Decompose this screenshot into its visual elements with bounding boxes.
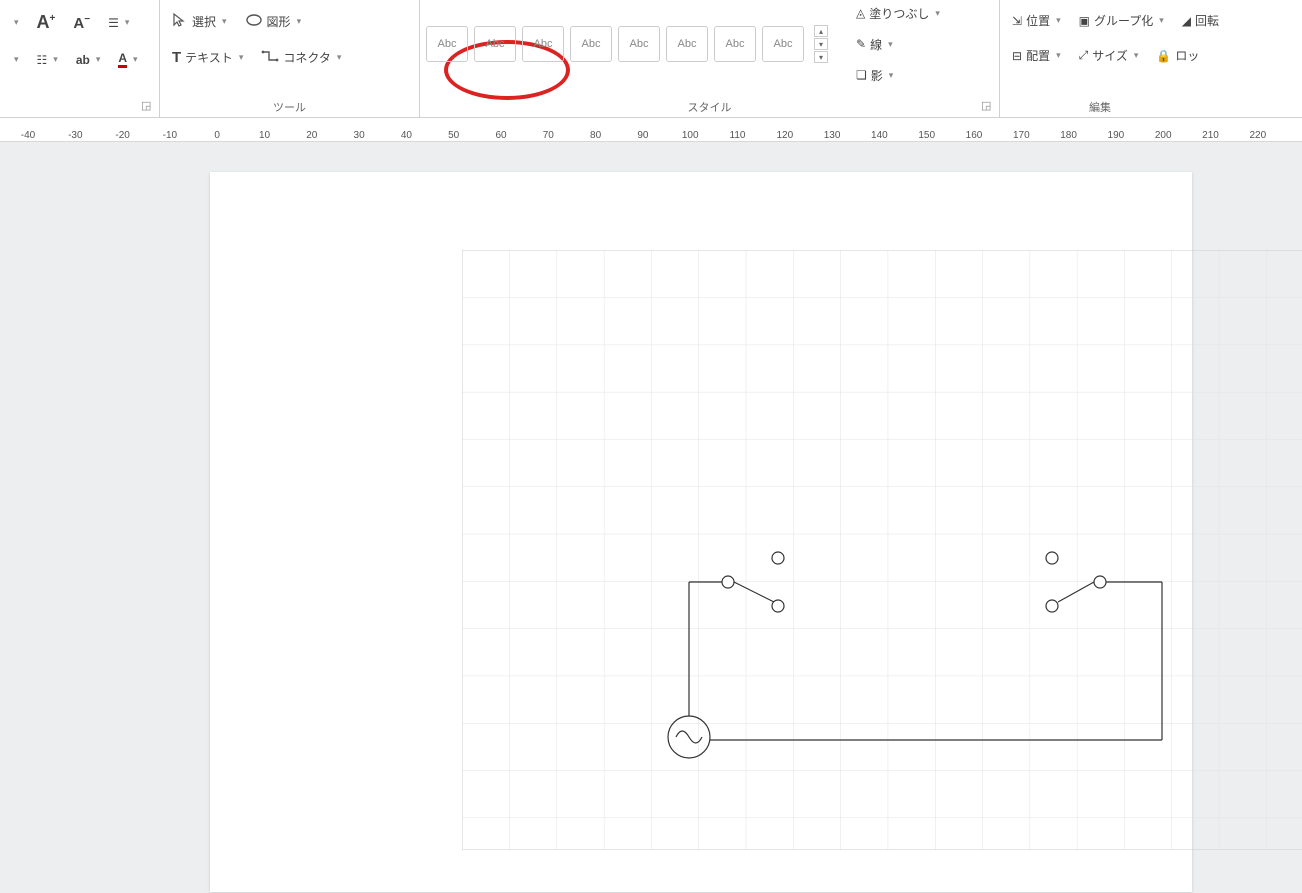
ruler-tick: 170 [1013, 130, 1030, 141]
drawing-grid [462, 250, 1302, 850]
style-item-5[interactable]: Abc [618, 26, 660, 62]
pointer-icon [172, 12, 188, 31]
rotate-button[interactable]: ◢回転 [1176, 8, 1225, 33]
ruler-tick: -10 [163, 130, 177, 141]
bucket-icon: ◬ [856, 6, 865, 20]
text-icon: T [172, 49, 181, 66]
gallery-up-button[interactable]: ▴ [814, 25, 828, 37]
pencil-icon: ✎ [856, 37, 866, 51]
list-icon: ☷ [37, 53, 48, 67]
line-button[interactable]: ✎線▾ [850, 32, 946, 57]
ruler-tick: -30 [68, 130, 82, 141]
text-tool-button[interactable]: T テキスト▾ [166, 45, 249, 70]
gallery-down-button[interactable]: ▾ [814, 38, 828, 50]
style-item-4[interactable]: Abc [570, 26, 612, 62]
align-left-icon: ☰ [108, 16, 119, 30]
rotate-icon: ◢ [1182, 14, 1191, 28]
shape-tool-button[interactable]: 図形▾ [239, 9, 308, 34]
ruler-tick: -20 [115, 130, 129, 141]
ruler-tick: 180 [1060, 130, 1077, 141]
position-button[interactable]: ⇲位置▾ [1006, 8, 1067, 33]
shape-label: 図形 [267, 13, 291, 30]
increase-font-button[interactable]: A+ [31, 8, 62, 37]
group-label [6, 111, 153, 115]
list-button[interactable]: ☷▾ [31, 49, 64, 71]
ruler-tick: 80 [590, 130, 601, 141]
align-icon: ⊟ [1012, 49, 1022, 63]
ruler-tick: 140 [871, 130, 888, 141]
ellipse-icon [245, 13, 263, 30]
lock-button[interactable]: 🔒ロッ [1150, 43, 1205, 68]
position-icon: ⇲ [1012, 14, 1022, 28]
style-item-8[interactable]: Abc [762, 26, 804, 62]
dropdown-small-2[interactable]: ▾ [6, 50, 25, 69]
tools-group-label: ツール [166, 95, 413, 115]
ruler-tick: 70 [543, 130, 554, 141]
ruler-tick: 210 [1202, 130, 1219, 141]
ruler-tick: 130 [824, 130, 841, 141]
style-dialog-launcher[interactable]: ◲ [981, 99, 995, 113]
ruler-tick: 0 [214, 130, 220, 141]
ruler-tick: 150 [918, 130, 935, 141]
ruler-tick: 100 [682, 130, 699, 141]
decrease-font-button[interactable]: A− [67, 10, 96, 36]
font-group: ▾ A+ A− ☰▾ ▾ ☷▾ ab▾ A▾ ◲ [0, 0, 160, 117]
align-button[interactable]: ☰▾ [102, 12, 135, 34]
connector-label: コネクタ [283, 49, 331, 66]
ruler-tick: 90 [637, 130, 648, 141]
shadow-button[interactable]: ❏影▾ [850, 63, 946, 88]
style-item-6[interactable]: Abc [666, 26, 708, 62]
ruler-tick: 190 [1108, 130, 1125, 141]
size-button[interactable]: ⤢サイズ▾ [1073, 43, 1145, 68]
select-label: 選択 [192, 13, 216, 30]
tools-group: 選択▾ 図形▾ T テキスト▾ コネクタ▾ ツール [160, 0, 420, 117]
style-item-2[interactable]: Abc [474, 26, 516, 62]
ruler-tick: 200 [1155, 130, 1172, 141]
ruler-tick: -40 [21, 130, 35, 141]
ruler-tick: 220 [1249, 130, 1266, 141]
select-tool-button[interactable]: 選択▾ [166, 8, 233, 35]
shadow-icon: ❏ [856, 68, 867, 82]
style-item-1[interactable]: Abc [426, 26, 468, 62]
ruler-tick: 160 [966, 130, 983, 141]
text-label: テキスト [185, 49, 233, 66]
drawing-page[interactable] [210, 172, 1192, 892]
connector-icon [261, 49, 279, 66]
edit-group: ⇲位置▾ ▣グループ化▾ ◢回転 ⊟配置▾ ⤢サイズ▾ 🔒ロッ 編集 [1000, 0, 1200, 117]
ruler-tick: 30 [354, 130, 365, 141]
style-item-3[interactable]: Abc [522, 26, 564, 62]
edit-group-label: 編集 [1006, 95, 1194, 115]
ruler-tick: 20 [306, 130, 317, 141]
dialog-launcher-icon[interactable]: ◲ [141, 99, 155, 113]
style-item-7[interactable]: Abc [714, 26, 756, 62]
ruler-tick: 60 [495, 130, 506, 141]
ribbon: ▾ A+ A− ☰▾ ▾ ☷▾ ab▾ A▾ ◲ 選択▾ [0, 0, 1302, 118]
horizontal-ruler: -40 -30 -20 -10 0 10 20 30 40 50 60 70 80 90 100 110 120… [0, 118, 1302, 142]
ruler-tick: 120 [776, 130, 793, 141]
style-group: Abc Abc Abc Abc Abc Abc Abc Abc ▴ ▾ ▾ ◬塗… [420, 0, 1000, 117]
align-edit-button[interactable]: ⊟配置▾ [1006, 43, 1067, 68]
ruler-tick: 110 [730, 130, 746, 141]
ruler-tick: 50 [448, 130, 459, 141]
fill-button[interactable]: ◬塗りつぶし▾ [850, 1, 946, 26]
text-format-button[interactable]: ab▾ [70, 49, 107, 71]
size-icon: ⤢ [1079, 48, 1089, 63]
ruler-tick: 10 [259, 130, 270, 141]
gallery-more-button[interactable]: ▾ [814, 51, 828, 63]
style-group-label: スタイル [426, 95, 993, 115]
group-button[interactable]: ▣グループ化▾ [1073, 8, 1170, 33]
connector-tool-button[interactable]: コネクタ▾ [255, 45, 347, 70]
group-icon: ▣ [1079, 14, 1090, 28]
style-gallery: Abc Abc Abc Abc Abc Abc Abc Abc ▴ ▾ ▾ ◬塗… [426, 1, 993, 88]
ruler-tick: 40 [401, 130, 412, 141]
dropdown-small[interactable]: ▾ [6, 13, 25, 32]
canvas-area[interactable] [0, 142, 1302, 893]
lock-icon: 🔒 [1156, 49, 1171, 63]
font-color-button[interactable]: A▾ [112, 47, 143, 72]
